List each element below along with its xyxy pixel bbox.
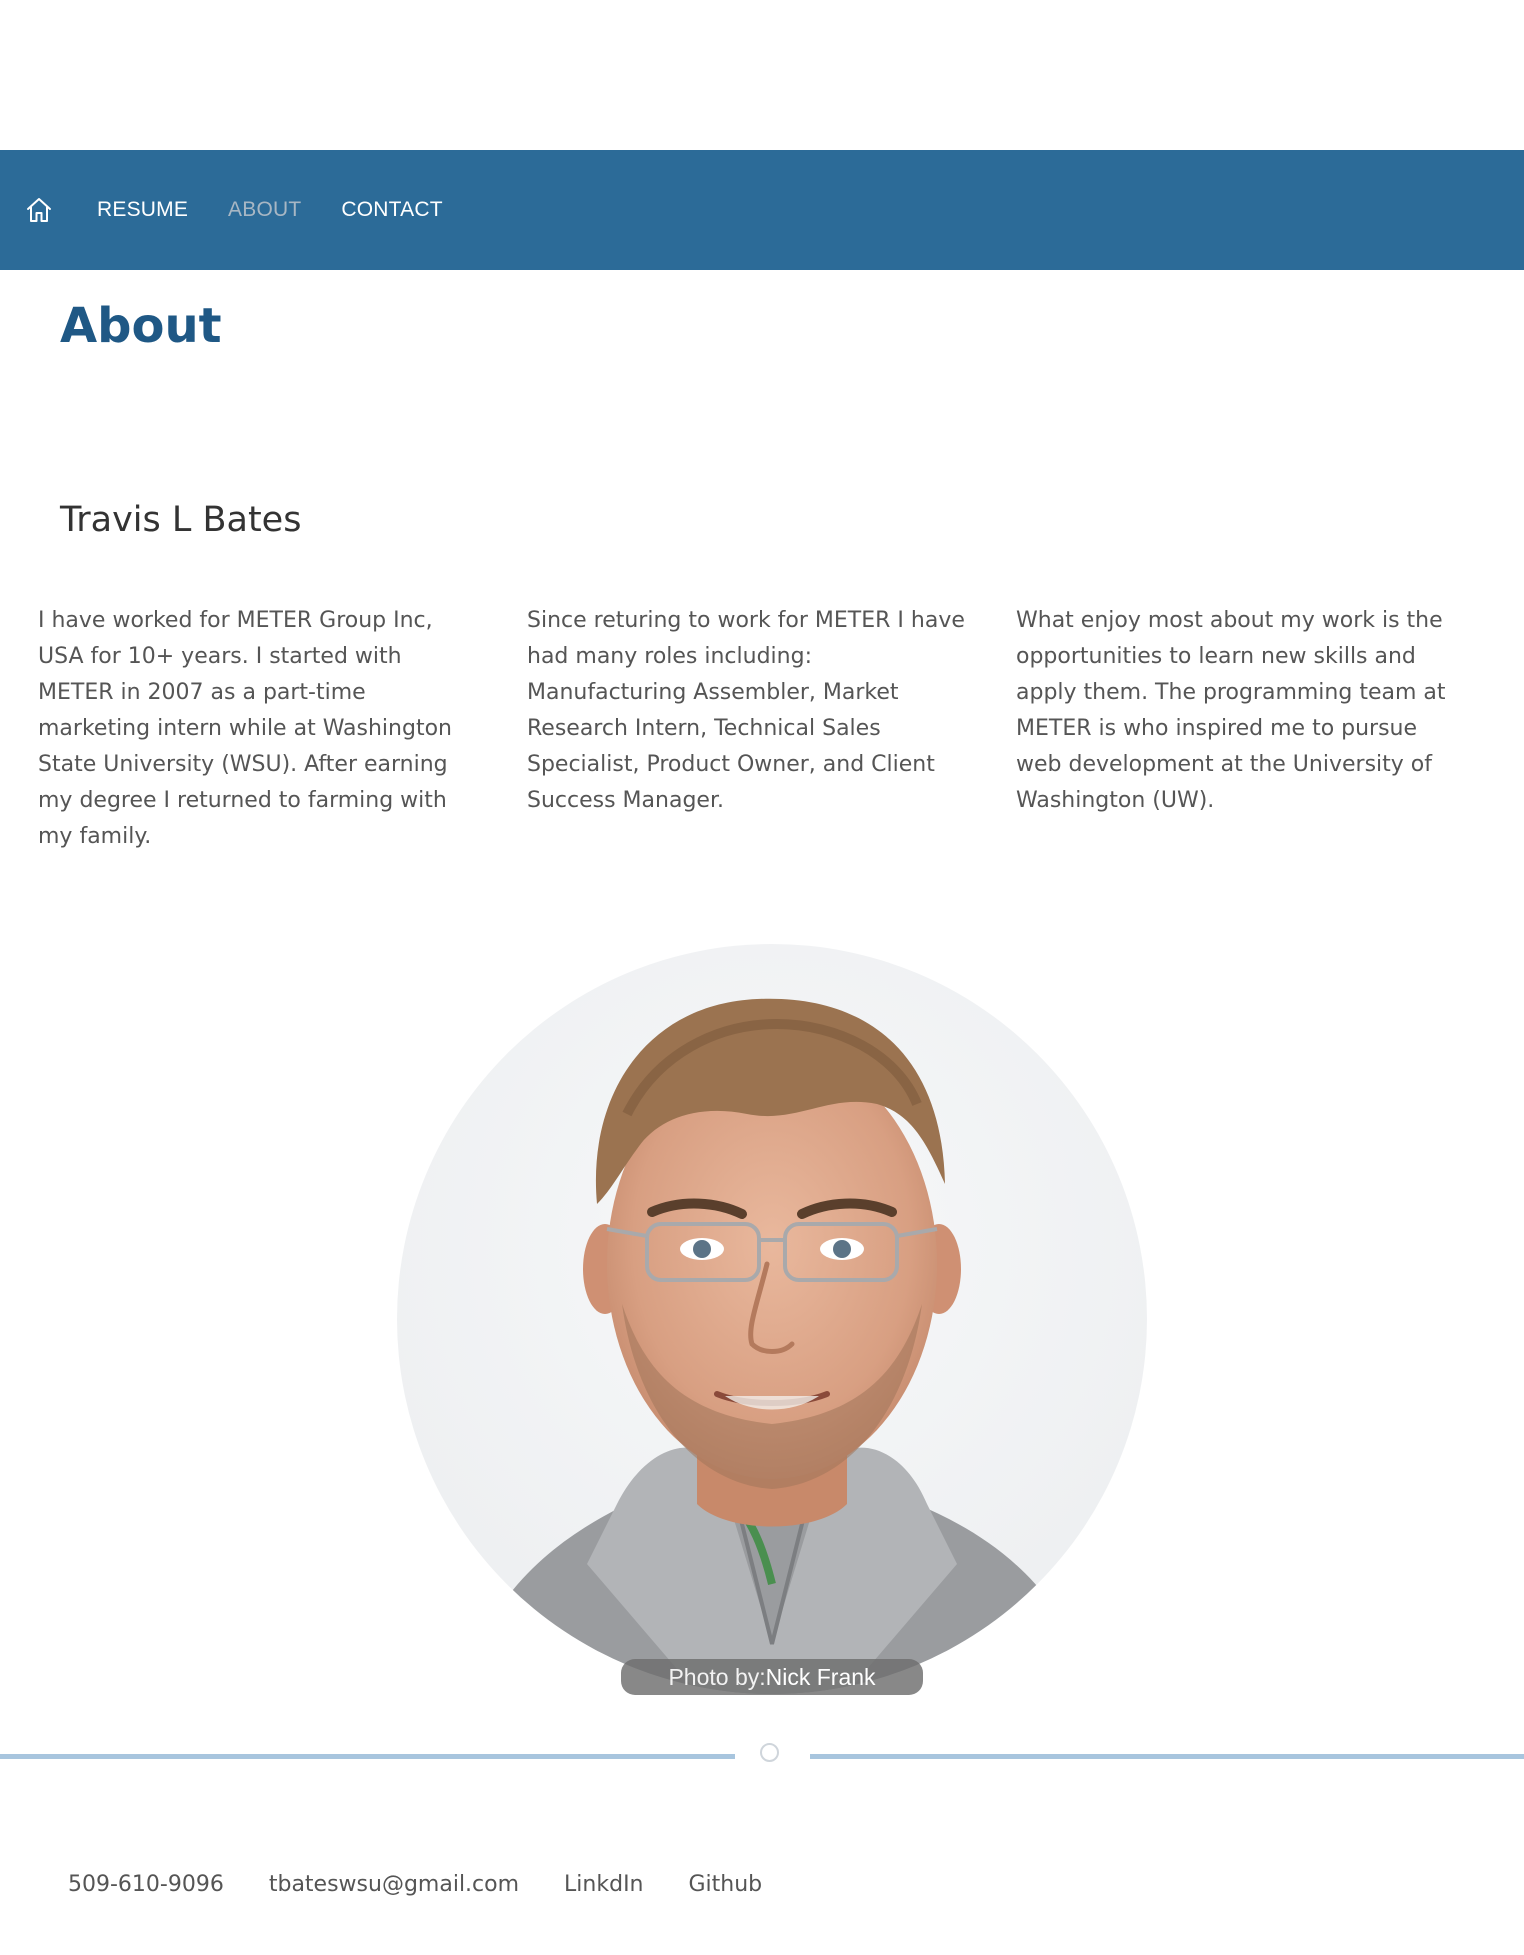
profile-photo [397,944,1147,1694]
footer-phone[interactable]: 509-610-9096 [68,1872,224,1897]
footer-links: 509-610-9096 tbateswsu@gmail.com LinkdIn… [68,1872,807,1897]
bio-paragraph-3: What enjoy most about my work is the opp… [1016,608,1446,813]
footer-linkedin[interactable]: LinkdIn [564,1872,643,1897]
home-icon [27,198,51,222]
nav-about[interactable]: ABOUT [228,198,301,222]
divider-left-line [0,1754,735,1759]
nav-resume[interactable]: RESUME [97,198,188,222]
bio-paragraph-1: I have worked for METER Group Inc, USA f… [38,608,452,849]
photo-credit: Photo by: Nick Frank [621,1659,923,1695]
footer-github[interactable]: Github [689,1872,763,1897]
bio-section: I have worked for METER Group Inc, USA f… [38,603,1488,855]
photo-credit-prefix: Photo by: [668,1663,766,1690]
person-name: Travis L Bates [60,500,302,540]
divider-circle-icon [760,1743,779,1762]
nav-contact[interactable]: CONTACT [341,198,442,222]
footer-email[interactable]: tbateswsu@gmail.com [269,1872,519,1897]
top-navbar: RESUME ABOUT CONTACT [0,150,1524,270]
photo-credit-name: Nick Frank [765,1663,876,1690]
divider-right-line [810,1754,1524,1759]
home-link[interactable] [22,193,56,227]
page-title: About [60,298,222,354]
bio-paragraph-2: Since returing to work for METER I have … [527,608,965,813]
